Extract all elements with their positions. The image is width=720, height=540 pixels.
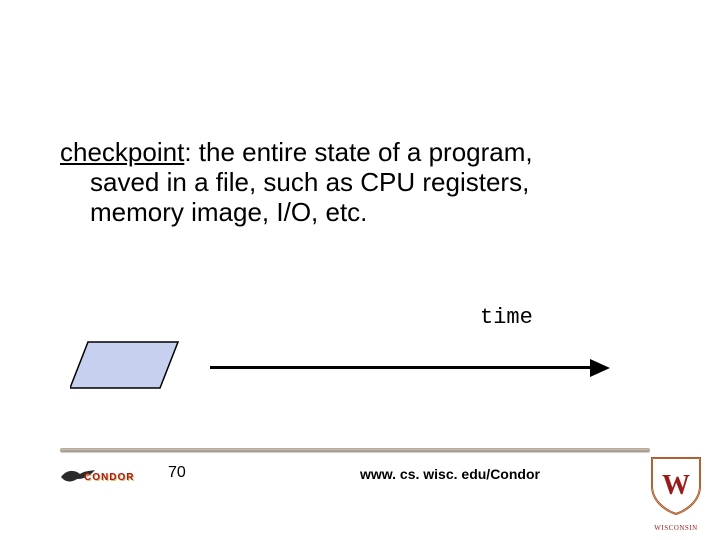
- body-line1: : the entire state of a program,: [184, 137, 532, 167]
- term-checkpoint: checkpoint: [60, 137, 184, 167]
- university-logo: W WISCONSIN: [646, 454, 706, 532]
- footer-url: www. cs. wisc. edu/Condor: [360, 466, 540, 482]
- parallelogram-icon: [70, 340, 180, 390]
- body-line2: saved in a file, such as CPU registers,: [60, 168, 660, 198]
- body-line3: memory image, I/O, etc.: [60, 198, 660, 228]
- university-name: WISCONSIN: [646, 525, 706, 532]
- body-text: checkpoint: the entire state of a progra…: [60, 138, 660, 228]
- svg-text:W: W: [662, 470, 690, 501]
- divider: [60, 448, 650, 452]
- slide: checkpoint: the entire state of a progra…: [0, 0, 720, 540]
- shield-icon: W: [646, 454, 706, 516]
- time-arrow-icon: [210, 362, 610, 374]
- time-label: time: [480, 305, 533, 330]
- condor-logo: CONDOR: [60, 466, 138, 496]
- page-number: 70: [168, 464, 186, 482]
- condor-wordmark: CONDOR: [84, 472, 134, 483]
